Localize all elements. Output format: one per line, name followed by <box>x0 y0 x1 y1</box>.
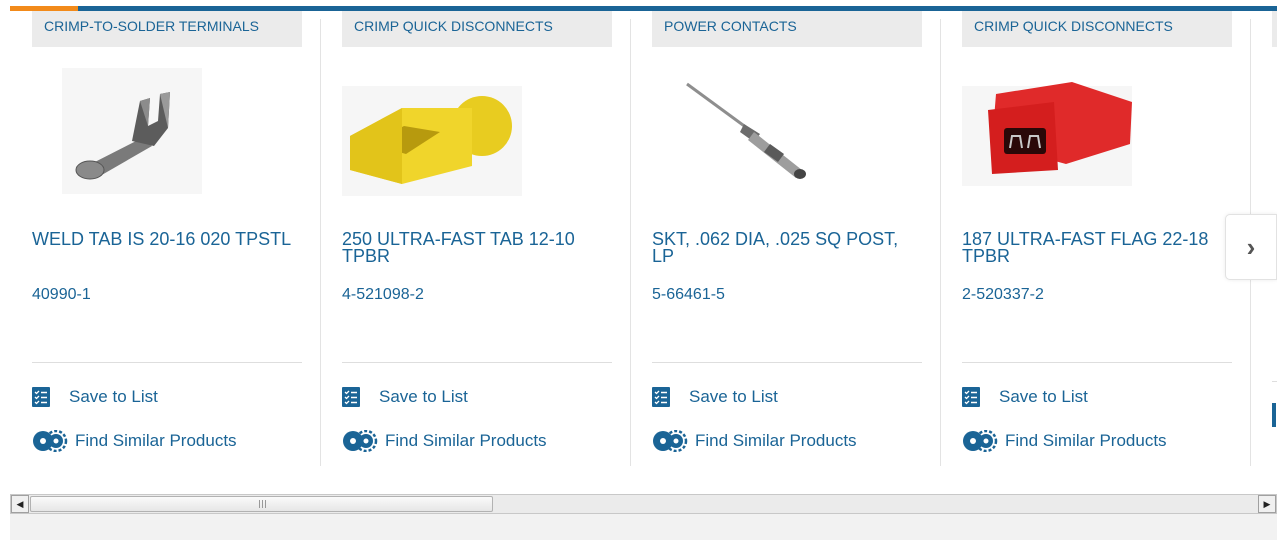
checklist-icon <box>342 387 360 407</box>
divider <box>32 362 302 363</box>
product-card: CRIMP-TO-SOLDER TERMINALS WELD TAB IS 20… <box>10 11 320 466</box>
product-carousel: CRIMP-TO-SOLDER TERMINALS WELD TAB IS 20… <box>10 11 1277 491</box>
product-title-link[interactable]: 250 ULTRA-FAST TAB 12-10 TPBR <box>342 230 610 265</box>
chevron-right-icon: › <box>1246 231 1256 262</box>
find-similar-label: Find Similar Products <box>1005 431 1167 450</box>
find-similar-button[interactable]: Find Similar Products <box>652 429 857 453</box>
scroll-left-button[interactable]: ◀ <box>11 495 29 513</box>
save-to-list-label: Save to List <box>999 387 1088 406</box>
find-similar-label: Find Similar Products <box>385 431 547 450</box>
product-card: CRIMP QUICK DISCONNECTS 187 ULTRA-FAST F… <box>940 11 1250 466</box>
socket-contact-image <box>686 82 806 179</box>
weld-tab-terminal-image <box>62 68 202 194</box>
product-title-link[interactable]: WELD TAB IS 20-16 020 TPSTL <box>32 230 300 248</box>
category-label[interactable]: CRIMP QUICK DISCONNECTS <box>962 11 1232 47</box>
find-similar-button[interactable]: Find Similar Products <box>342 429 547 453</box>
yellow-quick-disconnect-image <box>342 86 522 196</box>
save-to-list-label: Save to List <box>689 387 778 406</box>
checklist-icon <box>32 387 50 407</box>
find-similar-label: Find Similar Products <box>695 431 857 450</box>
product-card: POWER CONTACTS SKT, .062 DIA, .025 SQ PO… <box>630 11 940 466</box>
arrow-left-icon: ◀ <box>16 498 24 509</box>
footer-area <box>10 514 1277 540</box>
gears-icon <box>653 430 688 452</box>
gears-icon <box>343 430 378 452</box>
card-separator <box>320 19 321 466</box>
horizontal-scrollbar[interactable]: ◀ ▶ <box>10 494 1277 514</box>
product-image[interactable] <box>342 66 522 196</box>
divider <box>962 362 1232 363</box>
scroll-right-button[interactable]: ▶ <box>1258 495 1276 513</box>
product-card: CRIMP QUICK DISCONNECTS 250 ULTRA-FAST T… <box>320 11 630 466</box>
find-similar-label: Find Similar Products <box>75 431 237 450</box>
save-to-list-button[interactable]: Save to List <box>342 385 468 409</box>
divider <box>652 362 922 363</box>
product-title-link[interactable]: 187 ULTRA-FAST FLAG 22-18 TPBR <box>962 230 1230 265</box>
part-number-link[interactable]: 40990-1 <box>32 286 91 304</box>
arrow-right-icon: ▶ <box>1263 498 1271 509</box>
card-separator <box>940 19 941 466</box>
category-label[interactable]: CRIMP-TO-SOLDER TERMINALS <box>32 11 302 47</box>
checklist-icon <box>652 387 670 407</box>
find-similar-button[interactable]: Find Similar Products <box>962 429 1167 453</box>
red-flag-disconnect-image <box>962 82 1132 186</box>
part-number-link[interactable]: 4-521098-2 <box>342 286 424 304</box>
divider <box>342 362 612 363</box>
part-number-link[interactable]: 2-520337-2 <box>962 286 1044 304</box>
category-label[interactable]: CRIMP QUICK DISCONNECTS <box>342 11 612 47</box>
product-image[interactable] <box>652 66 832 196</box>
save-to-list-button[interactable]: Save to List <box>32 385 158 409</box>
grip-icon <box>259 500 266 508</box>
product-image[interactable] <box>32 66 212 196</box>
product-image[interactable] <box>962 66 1142 196</box>
save-to-list-button[interactable]: Save to List <box>962 385 1088 409</box>
gears-icon <box>963 430 998 452</box>
card-separator <box>630 19 631 466</box>
checklist-icon <box>1272 403 1276 427</box>
save-to-list-label: Save to List <box>69 387 158 406</box>
divider-partial <box>1272 381 1277 382</box>
carousel-next-button[interactable]: › <box>1225 214 1277 280</box>
find-similar-button[interactable]: Find Similar Products <box>32 429 237 453</box>
gears-icon <box>33 430 68 452</box>
product-title-link[interactable]: SKT, .062 DIA, .025 SQ POST, LP <box>652 230 920 265</box>
save-to-list-label: Save to List <box>379 387 468 406</box>
category-label[interactable]: POWER CONTACTS <box>652 11 922 47</box>
checklist-icon <box>962 387 980 407</box>
save-to-list-button[interactable]: Save to List <box>652 385 778 409</box>
part-number-link[interactable]: 5-66461-5 <box>652 286 725 304</box>
scrollbar-thumb[interactable] <box>30 496 493 512</box>
category-label-partial <box>1272 11 1277 47</box>
